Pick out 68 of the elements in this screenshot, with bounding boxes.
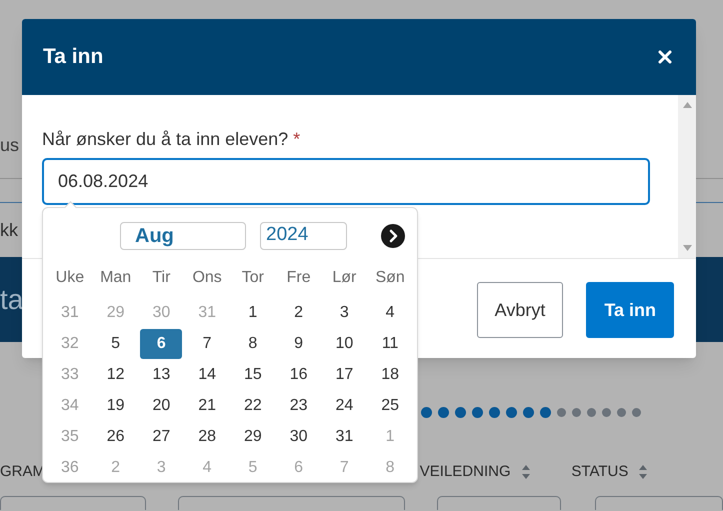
calendar-day[interactable]: 4	[369, 298, 412, 328]
calendar-day[interactable]: 26	[94, 422, 137, 452]
calendar-day[interactable]: 17	[323, 360, 366, 390]
weekday-header: Søn	[374, 268, 406, 288]
calendar-day[interactable]: 18	[369, 360, 412, 390]
calendar-day[interactable]: 3	[323, 298, 366, 328]
weekday-header: Tor	[240, 268, 265, 288]
filter-field[interactable]	[178, 496, 405, 510]
calendar-day[interactable]: 23	[278, 390, 320, 420]
calendar-day[interactable]: 15	[232, 360, 274, 390]
calendar-day[interactable]: 22	[232, 390, 274, 420]
sort-icon[interactable]	[638, 464, 648, 480]
calendar-day[interactable]: 12	[94, 360, 137, 390]
calendar-day[interactable]: 13	[140, 360, 182, 390]
calendar-day[interactable]: 20	[140, 390, 182, 420]
calendar-day[interactable]: 28	[186, 422, 228, 452]
scroll-up-icon[interactable]	[682, 102, 692, 108]
column-header: STATUS	[571, 462, 628, 482]
week-number: 34	[60, 396, 80, 416]
field-label: Når ønsker du å ta inn eleven? *	[42, 128, 302, 150]
calendar-day[interactable]: 19	[94, 390, 137, 420]
year-select[interactable]: 2024	[260, 222, 347, 250]
weekday-header: Lør	[331, 268, 358, 288]
calendar-day[interactable]: 6	[140, 328, 182, 358]
weekday-header: Ons	[191, 268, 223, 288]
column-header: VEILEDNING	[420, 462, 511, 482]
calendar-day[interactable]: 2	[278, 298, 320, 328]
calendar-day[interactable]: 27	[140, 422, 182, 452]
week-number: 31	[60, 302, 80, 322]
calendar-day[interactable]: 5	[94, 328, 137, 358]
close-icon[interactable]	[658, 50, 672, 64]
cancel-button[interactable]: Avbryt	[476, 282, 564, 338]
next-month-icon[interactable]	[381, 224, 405, 248]
calendar-day[interactable]: 1	[232, 298, 274, 328]
page-text: us	[0, 134, 20, 156]
calendar-day[interactable]: 29	[232, 422, 274, 452]
week-number: 33	[60, 364, 80, 384]
calendar-day[interactable]: 31	[323, 422, 366, 452]
month-select[interactable]: Aug	[120, 222, 246, 250]
filter-field[interactable]	[0, 496, 146, 510]
dialog-title: Ta inn	[43, 44, 104, 70]
week-number: 32	[60, 334, 80, 354]
calendar-day[interactable]: 16	[278, 360, 320, 390]
calendar-day[interactable]: 11	[369, 328, 412, 358]
week-number: 36	[60, 458, 80, 478]
calendar-day[interactable]: 10	[323, 328, 366, 358]
calendar-day[interactable]: 9	[278, 328, 320, 358]
calendar-day[interactable]: 8	[232, 328, 274, 358]
sort-icon[interactable]	[520, 464, 531, 480]
calendar-day[interactable]: 25	[369, 390, 412, 420]
weekday-header: Man	[99, 268, 132, 288]
tab-label[interactable]: kk	[0, 219, 18, 241]
scroll-down-icon[interactable]	[682, 245, 692, 251]
weekday-header: Fre	[286, 268, 312, 288]
confirm-button[interactable]: Ta inn	[586, 282, 674, 338]
date-field[interactable]: 06.08.2024	[42, 158, 650, 205]
calendar-day[interactable]: 21	[186, 390, 228, 420]
filter-field[interactable]	[436, 496, 561, 510]
week-number: 35	[60, 426, 80, 446]
banner-title: ta	[0, 282, 24, 316]
calendar-day[interactable]: 7	[186, 328, 228, 358]
calendar-day[interactable]: 30	[278, 422, 320, 452]
filter-field[interactable]	[594, 496, 723, 510]
scrollbar[interactable]	[678, 95, 696, 258]
weekday-header: Tir	[151, 268, 172, 288]
calendar-day[interactable]: 24	[323, 390, 366, 420]
calendar-day[interactable]: 14	[186, 360, 228, 390]
week-header: Uke	[54, 268, 86, 288]
